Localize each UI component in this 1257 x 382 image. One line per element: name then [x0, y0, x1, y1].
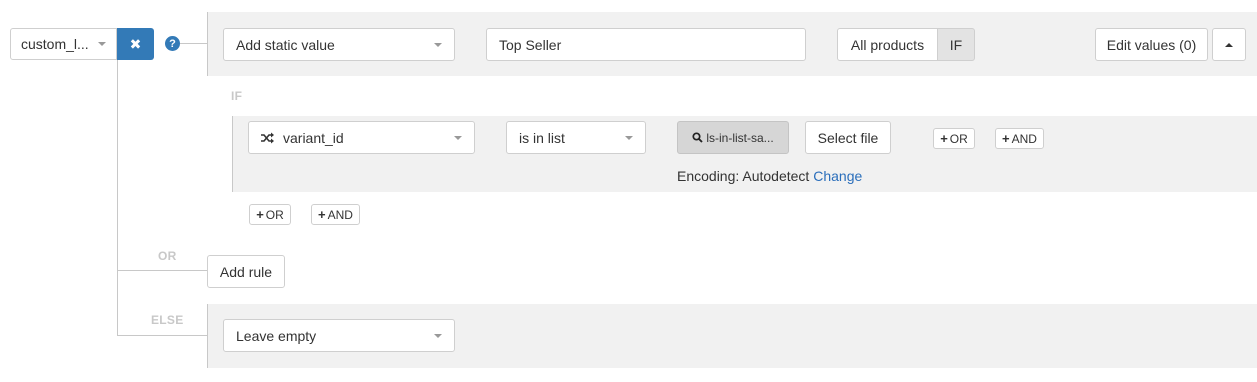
shuffle-icon	[261, 132, 275, 144]
add-and-condition-button[interactable]: + AND	[995, 128, 1044, 149]
if-toggle-label: IF	[949, 36, 963, 53]
or-label: OR	[949, 131, 968, 146]
add-rule-button[interactable]: Add rule	[207, 255, 285, 288]
add-rule-label: Add rule	[219, 263, 273, 280]
tree-line-help	[180, 43, 207, 44]
select-file-label: Select file	[817, 129, 879, 146]
column-select[interactable]: custom_l...	[10, 28, 117, 60]
search-icon	[692, 132, 703, 143]
tree-line-else	[117, 335, 207, 336]
edit-values-label: Edit values (0)	[1106, 36, 1197, 53]
column-select-label: custom_l...	[21, 36, 89, 52]
or-label: OR	[158, 249, 177, 263]
plus-icon: +	[256, 207, 264, 222]
value-type-label: Add static value	[236, 36, 335, 53]
operator-select[interactable]: is in list	[506, 121, 646, 154]
chevron-down-icon	[434, 42, 442, 47]
edit-values-button[interactable]: Edit values (0)	[1095, 28, 1208, 61]
tree-line-main	[117, 60, 118, 335]
else-value-label: Leave empty	[236, 327, 317, 344]
tree-line-else-rule	[207, 304, 208, 368]
and-label: AND	[327, 207, 353, 222]
tree-line-rule	[207, 12, 208, 76]
encoding-info: Encoding: Autodetect Change	[677, 168, 862, 184]
encoding-label: Encoding: Autodetect	[677, 168, 810, 184]
or-label: OR	[265, 207, 284, 222]
question-circle-icon[interactable]: ?	[165, 36, 180, 51]
and-label: AND	[1011, 131, 1037, 146]
all-products-label: All products	[850, 36, 925, 53]
static-value-input[interactable]: Top Seller	[486, 28, 806, 61]
else-label: ELSE	[151, 313, 184, 327]
list-file-label: ls-in-list-sa...	[706, 130, 774, 145]
plus-icon: +	[318, 207, 326, 222]
static-value-text: Top Seller	[499, 36, 562, 53]
if-toggle[interactable]: IF	[938, 28, 975, 61]
select-file-button[interactable]: Select file	[805, 121, 891, 154]
close-icon: ✖	[129, 35, 142, 52]
all-products-toggle[interactable]: All products	[837, 28, 938, 61]
value-type-select[interactable]: Add static value	[223, 28, 455, 61]
tree-line-condition	[232, 116, 233, 192]
encoding-change-link[interactable]: Change	[813, 168, 862, 184]
if-label: IF	[231, 89, 243, 103]
chevron-down-icon	[434, 333, 442, 338]
list-file-button[interactable]: ls-in-list-sa...	[677, 121, 789, 154]
operator-select-label: is in list	[519, 129, 565, 146]
chevron-down-icon	[454, 135, 462, 140]
field-select[interactable]: variant_id	[248, 121, 475, 154]
plus-icon: +	[1002, 131, 1010, 146]
add-and-group-button[interactable]: + AND	[311, 204, 360, 225]
plus-icon: +	[940, 131, 948, 146]
tree-line-or	[117, 270, 207, 271]
chevron-down-icon	[98, 42, 106, 46]
remove-rule-button[interactable]: ✖	[117, 28, 154, 60]
field-select-label: variant_id	[283, 129, 344, 146]
add-or-group-button[interactable]: + OR	[249, 204, 291, 225]
else-value-select[interactable]: Leave empty	[223, 319, 455, 352]
collapse-button[interactable]	[1212, 28, 1246, 61]
caret-up-icon	[1225, 42, 1233, 47]
chevron-down-icon	[625, 135, 633, 140]
scope-toggle: All products IF	[837, 28, 975, 61]
add-or-condition-button[interactable]: + OR	[933, 128, 975, 149]
